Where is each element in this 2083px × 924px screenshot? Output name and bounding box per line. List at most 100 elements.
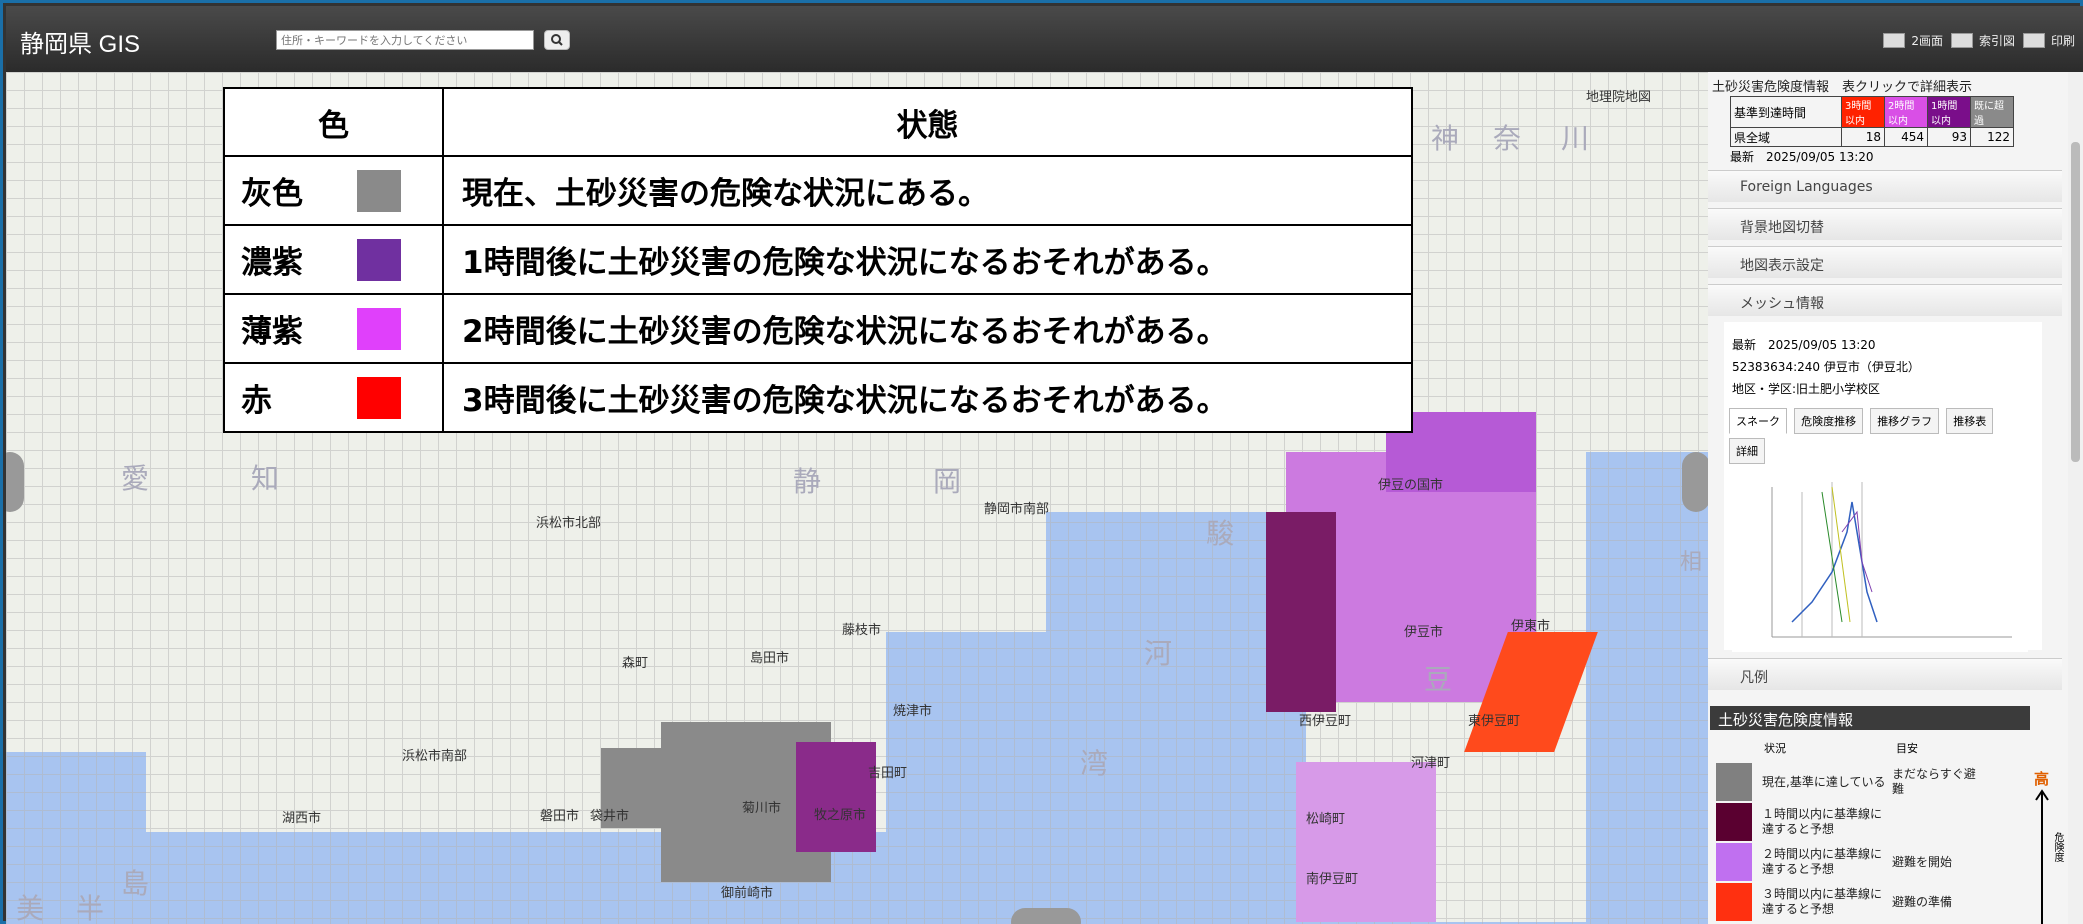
map-label: 御前崎市 bbox=[721, 886, 774, 901]
map-label: 伊豆市 bbox=[1404, 625, 1444, 640]
risk-legend-rows: 現在,基準に達している まだならすぐ避難 １時間以内に基準線に達すると予想 ２時間… bbox=[1716, 762, 2026, 922]
risk-swatch bbox=[1716, 803, 1752, 841]
map-big-label: 島 bbox=[121, 867, 180, 900]
map-label: 南伊豆町 bbox=[1306, 872, 1359, 887]
split-screen-button[interactable]: 2画面 bbox=[1883, 32, 1943, 49]
map-label: 島田市 bbox=[750, 651, 790, 666]
map-big-label: 神 bbox=[1431, 122, 1490, 155]
risk-degree-label: 危険度 bbox=[2052, 832, 2063, 862]
search-icon bbox=[551, 34, 563, 46]
risk-arrow-icon bbox=[2035, 789, 2049, 924]
legend-swatch-gray bbox=[357, 169, 401, 212]
map-label: 浜松市南部 bbox=[402, 749, 468, 764]
map-label: 河津町 bbox=[1411, 756, 1451, 771]
summary-latest: 最新 2025/09/05 13:20 bbox=[1730, 150, 1874, 164]
map-label: 静岡市南部 bbox=[984, 502, 1050, 517]
panel-scrollbar-thumb[interactable] bbox=[2071, 142, 2080, 462]
mesh-latest: 最新 2025/09/05 13:20 bbox=[1732, 338, 1876, 352]
pan-down-handle[interactable] bbox=[1011, 908, 1081, 924]
summary-cell: 454 bbox=[1884, 127, 1928, 147]
risk-text: ３時間以内に基準線に達すると予想 bbox=[1762, 887, 1883, 916]
legend-status-text: 3時間後に土砂災害の危険な状況になるおそれがある。 bbox=[442, 362, 1413, 433]
map-big-label: 駿 bbox=[1206, 517, 1265, 550]
tab-trend-graph[interactable]: 推移グラフ bbox=[1870, 408, 1940, 434]
print-label: 印刷 bbox=[2050, 34, 2075, 48]
risk-legend-cols: 状況 目安 bbox=[1764, 740, 1918, 756]
accordion-legend[interactable]: 凡例 bbox=[1708, 658, 2062, 690]
map-label: 松崎町 bbox=[1306, 812, 1346, 827]
search-button[interactable] bbox=[544, 30, 570, 50]
risk-legend-row: 現在,基準に達している まだならすぐ避難 bbox=[1716, 762, 2026, 802]
app-frame: 静岡県 GIS 2画面 索引図 印刷 地理院地図 浜松市北部 静岡市南部 bbox=[0, 0, 2083, 924]
index-map-label: 索引図 bbox=[1978, 34, 2015, 48]
map-big-label: 奈 bbox=[1493, 122, 1552, 155]
map-big-label: 河 bbox=[1144, 637, 1203, 670]
risk-swatch bbox=[1716, 883, 1752, 921]
mesh-code: 52383634:240 伊豆市（伊豆北） bbox=[1732, 360, 1920, 374]
mesh-tabs: スネーク 危険度推移 推移グラフ 推移表 詳細 bbox=[1728, 406, 2028, 466]
risk-area-darkpurple-west bbox=[1266, 512, 1336, 712]
legend-row-red: 赤 3時間後に土砂災害の危険な状況になるおそれがある。 bbox=[223, 362, 1413, 433]
map-label: 袋井市 bbox=[590, 809, 630, 824]
summary-table[interactable]: 基準到達時間 3時間以内 2時間以内 1時間以内 既に超過 県全域 18 454… bbox=[1730, 96, 2014, 147]
map-label: 吉田町 bbox=[868, 766, 908, 781]
header-bar: 静岡県 GIS 2画面 索引図 印刷 bbox=[6, 6, 2083, 72]
map-label: 東伊豆町 bbox=[1468, 714, 1521, 729]
map-label: 森町 bbox=[622, 656, 649, 671]
index-map-icon bbox=[1950, 33, 1973, 48]
summary-header: 基準到達時間 bbox=[1730, 96, 1842, 128]
snake-graph bbox=[1732, 472, 2028, 652]
print-icon bbox=[2022, 33, 2045, 48]
map-label: 焼津市 bbox=[893, 704, 933, 719]
tab-detail[interactable]: 詳細 bbox=[1729, 438, 1765, 464]
risk-legend-header: 土砂災害危険度情報 bbox=[1710, 706, 2030, 730]
tab-risk-trend[interactable]: 危険度推移 bbox=[1794, 408, 1864, 434]
app-title: 静岡県 GIS bbox=[20, 31, 141, 58]
mesh-district: 地区・学区:旧土肥小学校区 bbox=[1732, 382, 1881, 396]
print-button[interactable]: 印刷 bbox=[2022, 32, 2075, 49]
tab-snake[interactable]: スネーク bbox=[1729, 408, 1787, 434]
map-label: 藤枝市 bbox=[842, 623, 882, 638]
map-label: 牧之原市 bbox=[814, 808, 867, 823]
pan-right-handle[interactable] bbox=[1682, 452, 1708, 512]
risk-swatch bbox=[1716, 843, 1752, 881]
legend-color-name: 薄紫 bbox=[241, 314, 303, 350]
legend-status-text: 2時間後に土砂災害の危険な状況になるおそれがある。 bbox=[442, 293, 1413, 364]
risk-text: １時間以内に基準線に達すると予想 bbox=[1762, 807, 1883, 836]
map-big-label: 湾 bbox=[1080, 747, 1139, 780]
map-label: 浜松市北部 bbox=[536, 516, 602, 531]
legend-row-lightpurple: 薄紫 2時間後に土砂災害の危険な状況になるおそれがある。 bbox=[223, 293, 1413, 364]
summary-header: 既に超過 bbox=[1970, 96, 2014, 128]
pan-left-handle[interactable] bbox=[6, 452, 24, 512]
legend-status-text: 現在、土砂災害の危険な状況にある。 bbox=[442, 155, 1413, 226]
map-big-label: 静 bbox=[793, 465, 852, 498]
status-legend-table: 色 状態 灰色 現在、土砂災害の危険な状況にある。 濃紫 1時間後に土砂災害の危… bbox=[223, 87, 1413, 433]
risk-text: 現在,基準に達している bbox=[1762, 774, 1886, 789]
map-big-label: 相 bbox=[1680, 544, 1708, 576]
accordion-mesh-info[interactable]: メッシュ情報 bbox=[1708, 284, 2062, 316]
legend-status-text: 1時間後に土砂災害の危険な状況になるおそれがある。 bbox=[442, 224, 1413, 295]
map-label: 伊東市 bbox=[1511, 619, 1551, 634]
accordion-foreign-languages[interactable]: Foreign Languages bbox=[1708, 170, 2062, 202]
summary-header: 1時間以内 bbox=[1927, 96, 1971, 128]
risk-legend-row: ３時間以内に基準線に達すると予想 避難の準備 bbox=[1716, 882, 2026, 922]
panel-scrollbar[interactable] bbox=[2068, 72, 2083, 924]
legend-col-status: 状況 bbox=[1764, 742, 1786, 755]
legend-swatch-darkpurple bbox=[357, 238, 401, 281]
search-input[interactable] bbox=[276, 30, 534, 50]
map-label: 湖西市 bbox=[282, 811, 322, 826]
summary-header: 3時間以内 bbox=[1841, 96, 1885, 128]
legend-color-name: 灰色 bbox=[241, 176, 303, 212]
risk-guide: 避難を開始 bbox=[1892, 854, 1953, 869]
accordion-basemap[interactable]: 背景地図切替 bbox=[1708, 208, 2062, 240]
toolbar: 2画面 索引図 印刷 bbox=[1883, 32, 2075, 49]
accordion-map-display[interactable]: 地図表示設定 bbox=[1708, 246, 2062, 278]
map-big-label: 美 bbox=[16, 892, 75, 924]
index-map-button[interactable]: 索引図 bbox=[1950, 32, 2015, 49]
map-big-label: 岡 bbox=[933, 465, 992, 498]
map-label: 西伊豆町 bbox=[1299, 714, 1352, 729]
summary-cell: 93 bbox=[1927, 127, 1971, 147]
map-big-label: 川 bbox=[1561, 122, 1620, 155]
legend-header-color: 色 bbox=[223, 87, 444, 157]
tab-trend-table[interactable]: 推移表 bbox=[1946, 408, 1994, 434]
